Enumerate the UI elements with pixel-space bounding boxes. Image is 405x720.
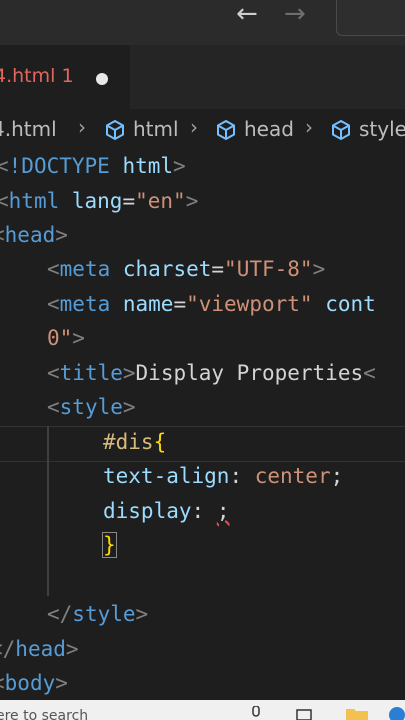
token: name — [110, 292, 174, 316]
chevron-right-icon: › — [305, 115, 313, 139]
token: < — [0, 154, 9, 178]
token: < — [47, 292, 60, 316]
token: head — [4, 223, 56, 247]
token: "en" — [135, 189, 186, 213]
token: html — [8, 189, 60, 213]
token: > — [185, 189, 199, 213]
token: </ — [47, 602, 73, 626]
token: html — [109, 154, 174, 178]
token: cont — [312, 292, 376, 316]
token: text-align — [103, 464, 230, 488]
code-line: <html lang="en"> — [0, 184, 198, 218]
code-line: <body> — [0, 666, 68, 700]
token: : — [191, 499, 217, 523]
token: "UTF-8" — [224, 257, 313, 281]
token: > — [72, 326, 85, 350]
token: = — [173, 292, 187, 316]
breadcrumb-html[interactable]: html — [133, 117, 179, 141]
indent-guide — [47, 426, 49, 596]
tab-label: 4.html 1 — [0, 65, 74, 87]
arrow-left-icon[interactable]: ← — [236, 0, 258, 28]
code-line: text-align: center; — [103, 459, 343, 493]
token: style — [72, 602, 136, 626]
arrow-right-icon[interactable]: → — [284, 0, 306, 28]
breadcrumb-head[interactable]: head — [244, 117, 294, 141]
taskbar: ere to search — [0, 700, 405, 720]
code-line: } — [102, 528, 117, 562]
command-center[interactable] — [336, 0, 405, 36]
token: meta — [59, 257, 111, 281]
code-line: <style> — [47, 390, 136, 424]
token: charset — [110, 257, 212, 281]
title-bar: ← → — [0, 0, 405, 45]
token: < — [0, 189, 9, 213]
token: 0" — [47, 326, 73, 350]
taskbar-search-input[interactable]: ere to search — [0, 708, 88, 720]
code-line: display: ; — [103, 494, 229, 528]
token: > — [122, 395, 136, 419]
token: > — [55, 671, 68, 695]
token: body — [4, 671, 56, 695]
token: style — [59, 395, 123, 419]
breadcrumb: 4.html › html › head › style — [0, 113, 405, 147]
code-line: <meta charset="UTF-8"> — [47, 252, 325, 286]
code-line: <meta name="viewport" cont — [47, 287, 376, 321]
token: center — [254, 464, 331, 488]
token: #dis — [103, 430, 154, 454]
code-line: </style> — [47, 597, 148, 631]
token: !DOCTYPE — [8, 154, 110, 178]
browser-icon[interactable] — [388, 706, 405, 720]
breadcrumb-file[interactable]: 4.html — [0, 117, 57, 141]
token: head — [15, 637, 66, 661]
token: "viewport" — [186, 292, 313, 316]
token: > — [65, 637, 79, 661]
token: < — [47, 257, 60, 281]
breadcrumb-style[interactable]: style — [359, 117, 405, 141]
token: > — [55, 223, 68, 247]
token: > — [135, 602, 149, 626]
token: Display Properties — [135, 361, 364, 385]
token: </ — [0, 637, 16, 661]
cube-icon — [217, 119, 235, 141]
folder-icon[interactable] — [346, 706, 368, 720]
token: > — [312, 257, 326, 281]
code-line: <!DOCTYPE html> — [0, 149, 186, 183]
code-line: <title>Display Properties< — [47, 356, 376, 390]
cube-icon — [332, 119, 350, 141]
code-line: </head> — [0, 632, 79, 666]
token: ; — [330, 464, 344, 488]
unsaved-dot-icon[interactable] — [96, 73, 108, 85]
code-editor[interactable]: <!DOCTYPE html> <html lang="en"> <head> … — [0, 147, 405, 700]
token: } — [102, 532, 117, 558]
editor-tab[interactable]: 4.html 1 — [0, 45, 130, 111]
cube-icon — [106, 119, 124, 141]
token: title — [59, 361, 123, 385]
token: > — [173, 154, 186, 178]
token: meta — [59, 292, 111, 316]
code-line: <head> — [0, 218, 68, 252]
chevron-right-icon: › — [190, 115, 198, 139]
token: = — [211, 257, 225, 281]
code-line: #dis{ — [103, 425, 166, 459]
token: < — [363, 361, 376, 385]
token: { — [153, 430, 167, 454]
chevron-right-icon: › — [78, 115, 86, 139]
token: lang — [59, 189, 123, 213]
tab-bar: 4.html 1 — [0, 45, 405, 111]
microphone-icon[interactable] — [250, 706, 262, 720]
current-line-highlight — [0, 426, 405, 462]
token: > — [122, 361, 136, 385]
token: = — [122, 189, 136, 213]
code-line: 0"> — [47, 321, 85, 355]
token: < — [47, 395, 60, 419]
token: display — [103, 499, 192, 523]
token: : — [229, 464, 255, 488]
error-squiggle: ; — [216, 499, 230, 523]
task-view-icon[interactable] — [296, 706, 312, 720]
token: < — [47, 361, 60, 385]
